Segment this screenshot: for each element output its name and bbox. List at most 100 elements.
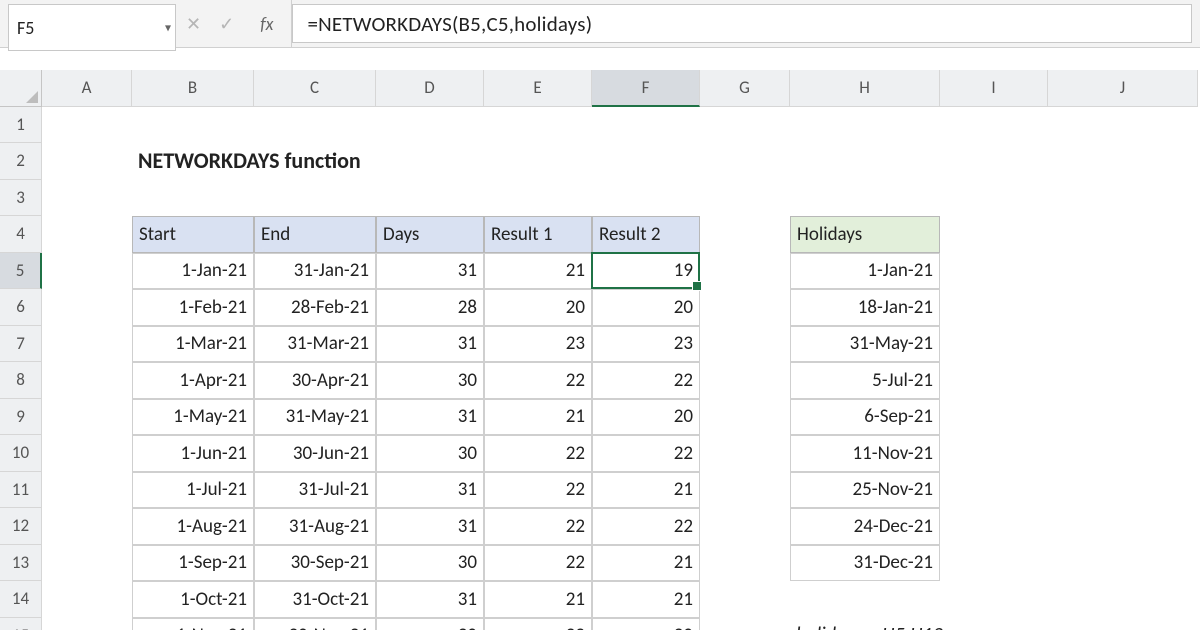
cell-F4[interactable]: Result 2 (592, 216, 700, 253)
row-head-2[interactable]: 2 (0, 143, 42, 180)
cell-E8[interactable]: 22 (484, 362, 592, 399)
cell-H12[interactable]: 24-Dec-21 (790, 508, 940, 545)
row-head-3[interactable]: 3 (0, 180, 42, 217)
row-head-8[interactable]: 8 (0, 362, 42, 399)
cell-I15[interactable] (940, 618, 1048, 630)
cell-J2[interactable] (1048, 143, 1198, 180)
cell-I7[interactable] (940, 326, 1048, 363)
cell-G4[interactable] (700, 216, 790, 253)
cell-J9[interactable] (1048, 399, 1198, 436)
cell-J7[interactable] (1048, 326, 1198, 363)
select-all-corner[interactable] (0, 70, 42, 107)
cell-D10[interactable]: 30 (376, 435, 484, 472)
cell-D1[interactable] (376, 107, 484, 144)
cell-E10[interactable]: 22 (484, 435, 592, 472)
cell-F10[interactable]: 22 (592, 435, 700, 472)
cell-I13[interactable] (940, 545, 1048, 582)
cell-G6[interactable] (700, 289, 790, 326)
cell-D12[interactable]: 31 (376, 508, 484, 545)
cell-A10[interactable] (42, 435, 132, 472)
col-head-F[interactable]: F (592, 70, 700, 107)
cell-D7[interactable]: 31 (376, 326, 484, 363)
fx-icon[interactable]: fx (252, 13, 281, 35)
cell-B10[interactable]: 1-Jun-21 (132, 435, 254, 472)
cell-H11[interactable]: 25-Nov-21 (790, 472, 940, 509)
cell-G14[interactable] (700, 581, 790, 618)
col-head-I[interactable]: I (940, 70, 1048, 107)
cell-A5[interactable] (42, 253, 132, 290)
col-head-D[interactable]: D (376, 70, 484, 107)
cell-H4[interactable]: Holidays (790, 216, 940, 253)
col-head-J[interactable]: J (1048, 70, 1198, 107)
cell-H8[interactable]: 5-Jul-21 (790, 362, 940, 399)
cell-B13[interactable]: 1-Sep-21 (132, 545, 254, 582)
cell-G7[interactable] (700, 326, 790, 363)
cancel-icon[interactable]: ✕ (186, 13, 201, 35)
col-head-B[interactable]: B (132, 70, 254, 107)
row-head-11[interactable]: 11 (0, 472, 42, 509)
cell-G10[interactable] (700, 435, 790, 472)
cell-B1[interactable] (132, 107, 254, 144)
cell-J11[interactable] (1048, 472, 1198, 509)
cell-C14[interactable]: 31-Oct-21 (254, 581, 376, 618)
cell-D8[interactable]: 30 (376, 362, 484, 399)
cell-B12[interactable]: 1-Aug-21 (132, 508, 254, 545)
cell-E4[interactable]: Result 1 (484, 216, 592, 253)
cell-A11[interactable] (42, 472, 132, 509)
cell-E15[interactable]: 22 (484, 618, 592, 630)
formula-input[interactable]: =NETWORKDAYS(B5,C5,holidays) (292, 4, 1192, 43)
cell-D3[interactable] (376, 180, 484, 217)
row-head-5[interactable]: 5 (0, 253, 42, 290)
cell-E7[interactable]: 23 (484, 326, 592, 363)
cell-J5[interactable] (1048, 253, 1198, 290)
cell-I9[interactable] (940, 399, 1048, 436)
row-head-15[interactable]: 15 (0, 618, 42, 630)
cell-F5[interactable]: 19 (592, 253, 700, 290)
col-head-H[interactable]: H (790, 70, 940, 107)
cell-G12[interactable] (700, 508, 790, 545)
cell-D9[interactable]: 31 (376, 399, 484, 436)
cell-G2[interactable] (700, 143, 790, 180)
cell-E11[interactable]: 22 (484, 472, 592, 509)
cell-E9[interactable]: 21 (484, 399, 592, 436)
cell-H9[interactable]: 6-Sep-21 (790, 399, 940, 436)
cell-I5[interactable] (940, 253, 1048, 290)
enter-icon[interactable]: ✓ (219, 13, 234, 35)
cell-C15[interactable]: 30-Nov-21 (254, 618, 376, 630)
cell-F7[interactable]: 23 (592, 326, 700, 363)
cell-G15[interactable] (700, 618, 790, 630)
name-box[interactable]: F5 ▾ (8, 4, 176, 51)
cell-I3[interactable] (940, 180, 1048, 217)
cell-C7[interactable]: 31-Mar-21 (254, 326, 376, 363)
chevron-down-icon[interactable]: ▾ (165, 20, 171, 35)
cell-C12[interactable]: 31-Aug-21 (254, 508, 376, 545)
cell-E12[interactable]: 22 (484, 508, 592, 545)
cell-A3[interactable] (42, 180, 132, 217)
cell-F12[interactable]: 22 (592, 508, 700, 545)
cell-H3[interactable] (790, 180, 940, 217)
col-head-E[interactable]: E (484, 70, 592, 107)
row-head-1[interactable]: 1 (0, 107, 42, 144)
cell-F6[interactable]: 20 (592, 289, 700, 326)
cell-J14[interactable] (1048, 581, 1198, 618)
cell-G3[interactable] (700, 180, 790, 217)
cell-A9[interactable] (42, 399, 132, 436)
cell-D13[interactable]: 30 (376, 545, 484, 582)
cell-I1[interactable] (940, 107, 1048, 144)
cell-B5[interactable]: 1-Jan-21 (132, 253, 254, 290)
cell-J1[interactable] (1048, 107, 1198, 144)
cell-E6[interactable]: 20 (484, 289, 592, 326)
col-head-G[interactable]: G (700, 70, 790, 107)
cell-H13[interactable]: 31-Dec-21 (790, 545, 940, 582)
cell-A4[interactable] (42, 216, 132, 253)
cell-H5[interactable]: 1-Jan-21 (790, 253, 940, 290)
cell-I12[interactable] (940, 508, 1048, 545)
cell-B3[interactable] (132, 180, 254, 217)
cell-C10[interactable]: 30-Jun-21 (254, 435, 376, 472)
cell-E13[interactable]: 22 (484, 545, 592, 582)
cell-D4[interactable]: Days (376, 216, 484, 253)
cell-G11[interactable] (700, 472, 790, 509)
cell-I11[interactable] (940, 472, 1048, 509)
cell-D6[interactable]: 28 (376, 289, 484, 326)
cell-E3[interactable] (484, 180, 592, 217)
